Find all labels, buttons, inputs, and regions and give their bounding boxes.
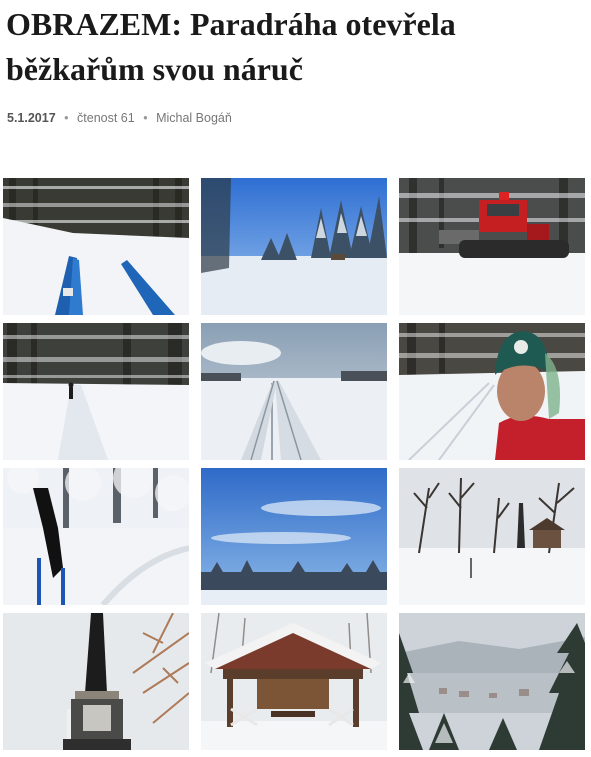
gallery-photo-obelisk[interactable] [3, 613, 189, 750]
selfie-photo [399, 323, 585, 460]
ski-tips-photo [3, 178, 189, 315]
gallery-photo-ski-tips[interactable] [3, 178, 189, 315]
readership-count: čtenost 61 [77, 111, 135, 125]
gallery-photo-sky[interactable] [201, 468, 387, 605]
gallery-photo-poles[interactable] [3, 468, 189, 605]
groomer-photo [399, 178, 585, 315]
gallery-photo-gazebo[interactable] [201, 613, 387, 750]
obelisk-photo [3, 613, 189, 750]
obelisk-park-photo [399, 468, 585, 605]
article-date: 5.1.2017 [7, 111, 56, 125]
sky-treeline-photo [201, 468, 387, 605]
valley-photo [399, 613, 585, 750]
ski-track-photo [201, 323, 387, 460]
meadow-photo [201, 178, 387, 315]
article-author[interactable]: Michal Bogáň [156, 111, 232, 125]
gallery-photo-valley[interactable] [399, 613, 585, 750]
gallery-photo-selfie[interactable] [399, 323, 585, 460]
gallery-photo-groomer[interactable] [399, 178, 585, 315]
photo-gallery [3, 178, 587, 750]
article-title: OBRAZEM: Paradráha otevřela běžkařům svo… [6, 6, 456, 87]
gallery-photo-skier-forest[interactable] [3, 323, 189, 460]
gazebo-photo [201, 613, 387, 750]
gallery-photo-meadow[interactable] [201, 178, 387, 315]
article-meta: 5.1.2017 • čtenost 61 • Michal Bogáň [7, 111, 232, 125]
skier-forest-photo [3, 323, 189, 460]
poles-photo [3, 468, 189, 605]
article: OBRAZEM: Paradráha otevřela běžkařům svo… [0, 0, 591, 757]
gallery-photo-ski-track[interactable] [201, 323, 387, 460]
gallery-photo-obelisk-park[interactable] [399, 468, 585, 605]
meta-separator: • [64, 111, 69, 125]
meta-separator: • [143, 111, 148, 125]
